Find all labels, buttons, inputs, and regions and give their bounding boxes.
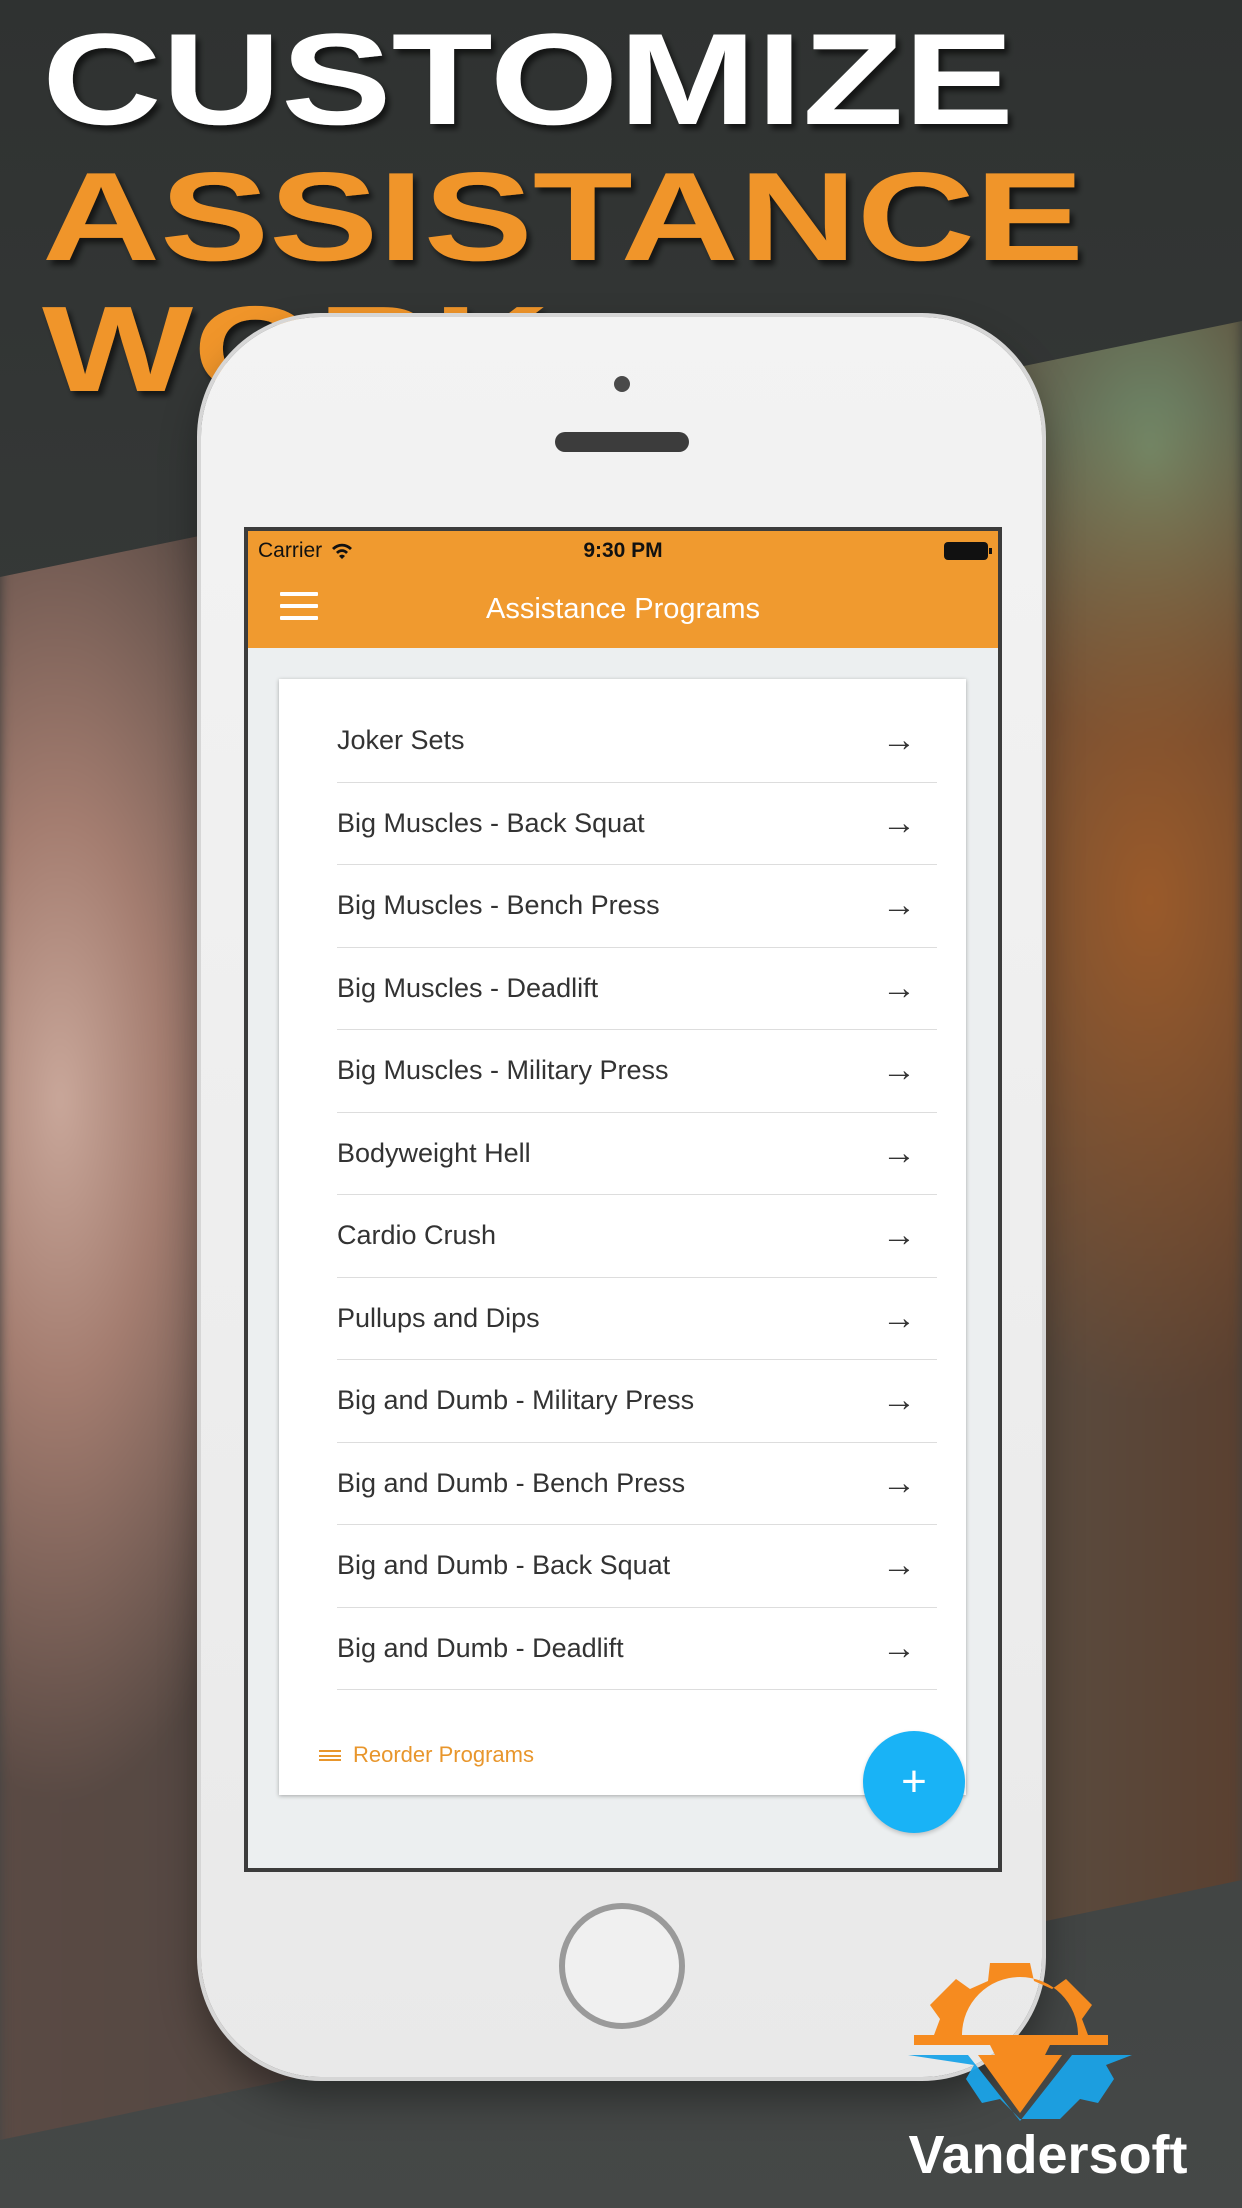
program-label: Bodyweight Hell (337, 1137, 531, 1168)
headline-line-2: ASSISTANCE (42, 146, 1084, 287)
program-list-item[interactable]: Big Muscles - Back Squat → (337, 783, 937, 865)
battery-icon (944, 541, 992, 560)
program-label: Big Muscles - Back Squat (337, 807, 645, 838)
program-list-item[interactable]: Cardio Crush → (337, 1195, 937, 1278)
page-title: Assistance Programs (486, 592, 760, 625)
program-label: Pullups and Dips (337, 1302, 540, 1333)
phone-camera (614, 376, 630, 392)
arrow-right-icon: → (882, 1381, 916, 1420)
program-list-item[interactable]: Bodyweight Hell → (337, 1113, 937, 1195)
status-bar: Carrier 9:30 PM (248, 531, 998, 570)
phone-speaker (555, 432, 689, 452)
program-label: Big and Dumb - Military Press (337, 1385, 695, 1416)
program-label: Cardio Crush (337, 1220, 497, 1251)
status-time: 9:30 PM (583, 538, 663, 562)
program-list-item[interactable]: Joker Sets → (337, 700, 937, 783)
arrow-right-icon: → (882, 1628, 916, 1667)
arrow-right-icon: → (882, 1216, 916, 1255)
reorder-label: Reorder Programs (353, 1742, 534, 1767)
carrier-label: Carrier (258, 538, 323, 562)
reorder-icon (319, 1749, 341, 1761)
headline-line-1: CUSTOMIZE (42, 6, 1014, 152)
arrow-right-icon: → (882, 721, 916, 760)
wifi-icon (332, 543, 353, 559)
arrow-right-icon: → (882, 968, 916, 1007)
reorder-programs-button[interactable]: Reorder Programs (319, 1742, 534, 1768)
program-label: Big Muscles - Military Press (337, 1055, 669, 1086)
program-list-item[interactable]: Big Muscles - Deadlift → (337, 948, 937, 1030)
program-label: Big Muscles - Deadlift (337, 972, 599, 1003)
program-label: Joker Sets (337, 725, 465, 756)
program-label: Big and Dumb - Bench Press (337, 1467, 686, 1498)
program-list-item[interactable]: Pullups and Dips → (337, 1278, 937, 1360)
program-label: Big and Dumb - Back Squat (337, 1550, 671, 1581)
program-label: Big Muscles - Bench Press (337, 890, 660, 921)
program-list-item[interactable]: Big Muscles - Bench Press → (337, 865, 937, 948)
program-label: Big and Dumb - Deadlift (337, 1632, 624, 1663)
arrow-right-icon: → (882, 1546, 916, 1585)
program-list-item[interactable]: Big and Dumb - Deadlift → (337, 1608, 937, 1690)
home-button[interactable] (559, 1903, 685, 2029)
brand-name: Vandersoft (908, 2125, 1188, 2185)
program-list-item[interactable]: Big and Dumb - Back Squat → (337, 1525, 937, 1608)
app-screen: Carrier 9:30 PM Assistance Programs Joke… (244, 527, 1002, 1872)
app-bar: Assistance Programs (248, 570, 998, 648)
add-program-button[interactable]: + (863, 1731, 965, 1833)
programs-card: Joker Sets → Big Muscles - Back Squat → Big … (279, 679, 966, 1795)
arrow-right-icon: → (882, 1298, 916, 1337)
vandersoft-logo-icon (908, 1963, 1132, 2121)
hamburger-icon[interactable] (280, 592, 318, 620)
arrow-right-icon: → (882, 886, 916, 925)
program-list-item[interactable]: Big Muscles - Military Press → (337, 1030, 937, 1113)
program-list-item[interactable]: Big and Dumb - Military Press → (337, 1360, 937, 1443)
arrow-right-icon: → (882, 1463, 916, 1502)
arrow-right-icon: → (882, 803, 916, 842)
arrow-right-icon: → (882, 1051, 916, 1090)
program-list-item[interactable]: Big and Dumb - Bench Press → (337, 1443, 937, 1525)
arrow-right-icon: → (882, 1133, 916, 1172)
